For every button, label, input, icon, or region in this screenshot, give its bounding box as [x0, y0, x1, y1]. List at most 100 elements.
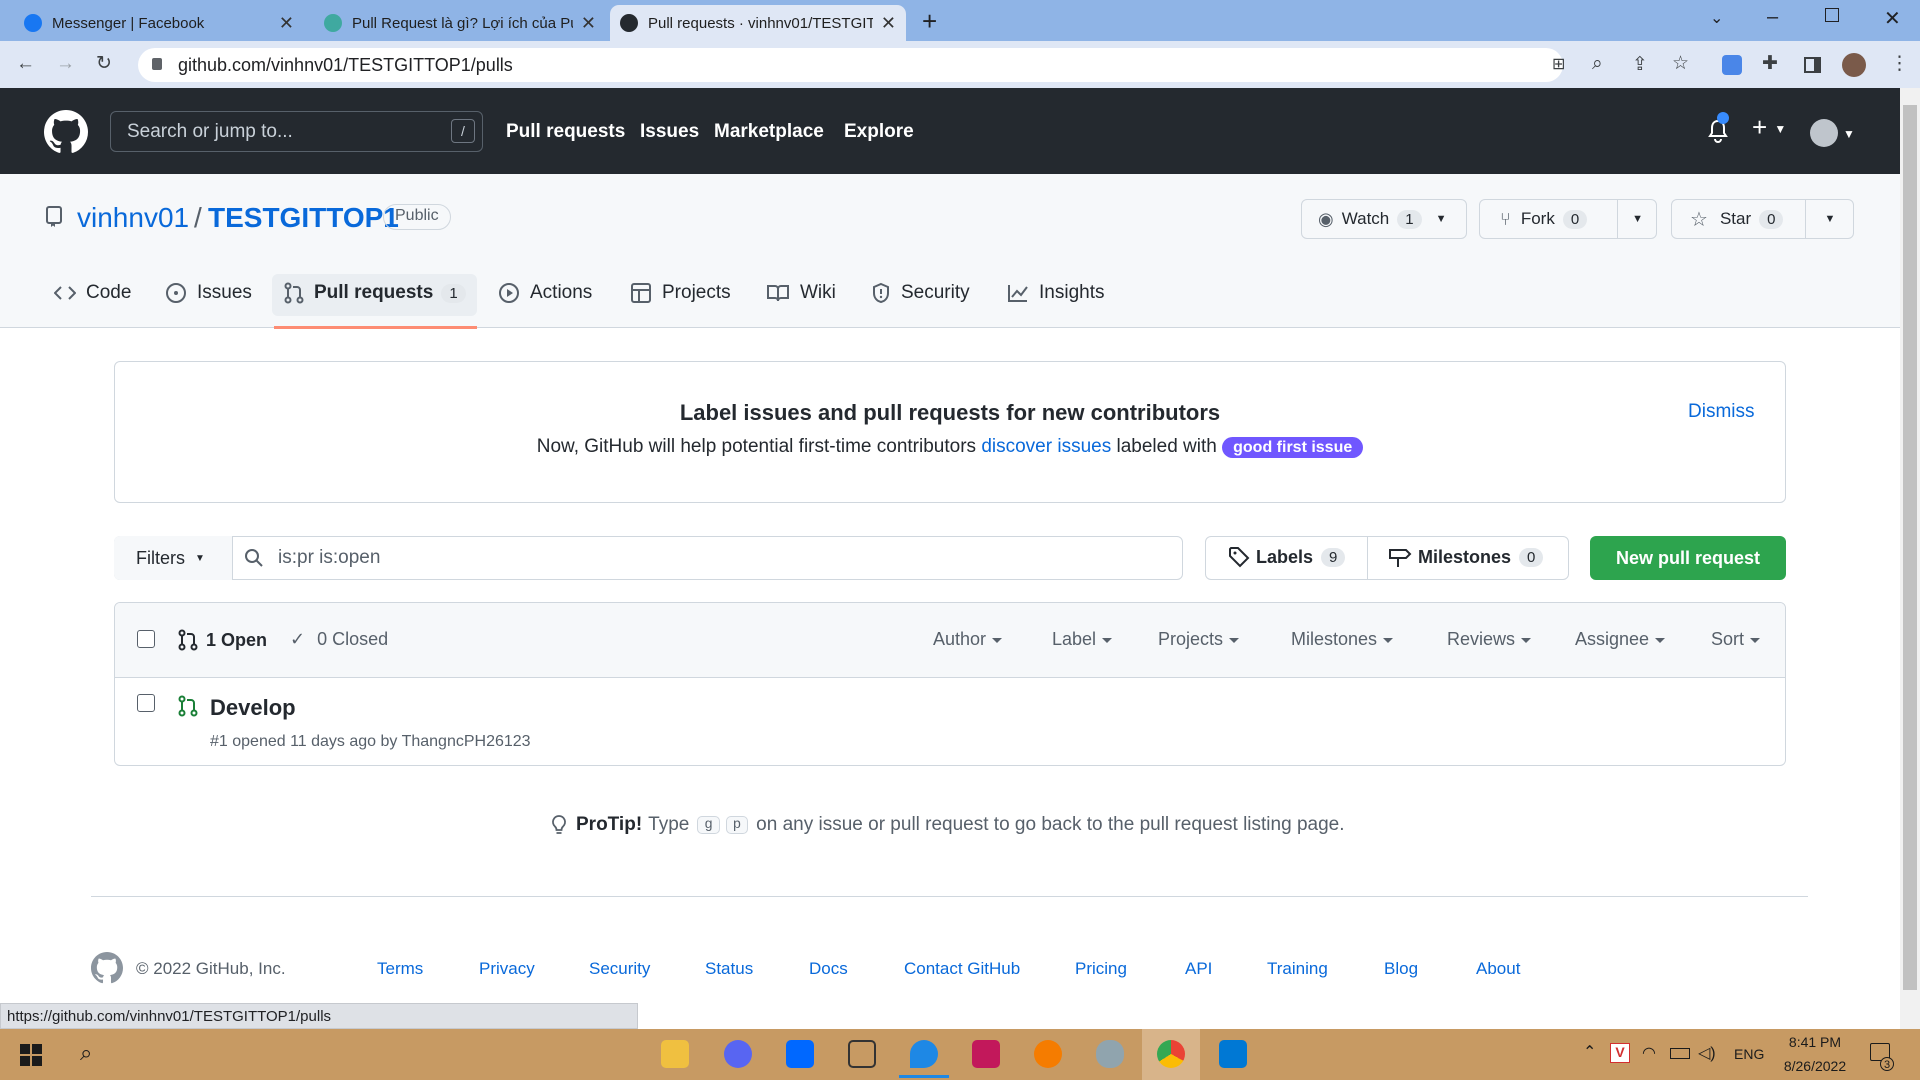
tab-actions[interactable]: Actions — [498, 282, 592, 304]
label-filter[interactable]: Label — [1052, 629, 1112, 650]
nav-issues[interactable]: Issues — [640, 121, 699, 143]
file-explorer-icon[interactable] — [661, 1040, 689, 1068]
fork-button[interactable]: ⑂ Fork 0 ▼ — [1479, 199, 1657, 239]
vscode-icon[interactable] — [1219, 1040, 1247, 1068]
zoom-icon[interactable]: ⌕ — [1592, 53, 1603, 75]
tab-code[interactable]: Code — [54, 282, 131, 304]
scrollbar-thumb[interactable] — [1903, 105, 1917, 990]
closed-filter-link[interactable]: ✓ 0 Closed — [290, 629, 388, 650]
tab-insights[interactable]: Insights — [1007, 282, 1104, 304]
lock-icon[interactable] — [152, 58, 162, 70]
user-menu-caret-icon[interactable]: ▼ — [1843, 127, 1855, 141]
github-footer-logo-icon[interactable] — [91, 952, 123, 984]
language-indicator[interactable]: ENG — [1734, 1046, 1764, 1062]
forward-icon[interactable]: → — [56, 53, 75, 75]
new-pull-request-button[interactable]: New pull request — [1590, 536, 1786, 580]
footer-link-privacy[interactable]: Privacy — [479, 959, 535, 979]
address-url[interactable]: github.com/vinhnv01/TESTGITTOP1/pulls — [178, 55, 513, 76]
author-filter[interactable]: Author — [933, 629, 1002, 650]
windows-start-icon[interactable] — [20, 1044, 42, 1066]
milestones-button[interactable]: Milestones 0 — [1388, 546, 1544, 568]
browser-tab-article[interactable]: Pull Request là gì? Lợi ích của Pul ✕ — [314, 5, 606, 41]
open-filter-link[interactable]: 1 Open — [178, 629, 267, 651]
side-panel-icon[interactable] — [1804, 57, 1821, 73]
footer-link-pricing[interactable]: Pricing — [1075, 959, 1127, 979]
assignee-filter[interactable]: Assignee — [1575, 629, 1665, 650]
chevron-down-icon[interactable]: ▼ — [1824, 213, 1835, 225]
browser-tab-github[interactable]: Pull requests · vinhnv01/TESTGIT ✕ — [610, 5, 906, 41]
reload-icon[interactable]: ↻ — [96, 52, 112, 75]
antivirus-icon[interactable]: V — [1610, 1043, 1630, 1063]
sublime-icon[interactable] — [1034, 1040, 1062, 1068]
footer-link-docs[interactable]: Docs — [809, 959, 848, 979]
tab-wiki[interactable]: Wiki — [766, 282, 836, 304]
tray-overflow-icon[interactable]: ⌃ — [1583, 1042, 1596, 1062]
repo-name-link[interactable]: TESTGITTOP1 — [208, 202, 399, 234]
github-logo-icon[interactable] — [44, 110, 88, 154]
footer-link-terms[interactable]: Terms — [377, 959, 423, 979]
tab-projects[interactable]: Projects — [630, 282, 731, 304]
close-tab-icon[interactable]: ✕ — [581, 13, 596, 34]
sort-filter[interactable]: Sort — [1711, 629, 1760, 650]
maps-pin-icon[interactable] — [910, 1040, 938, 1068]
labels-button[interactable]: Labels 9 — [1228, 546, 1346, 568]
milestones-filter[interactable]: Milestones — [1291, 629, 1393, 650]
footer-link-blog[interactable]: Blog — [1384, 959, 1418, 979]
browser-menu-icon[interactable]: ⋮ — [1890, 52, 1909, 75]
translate-icon[interactable]: ⊞ — [1552, 54, 1565, 74]
battery-icon[interactable] — [1670, 1048, 1690, 1059]
database-icon[interactable] — [1096, 1040, 1124, 1068]
reviews-filter[interactable]: Reviews — [1447, 629, 1531, 650]
jetbrains-icon[interactable] — [972, 1040, 1000, 1068]
minimize-icon[interactable]: – — [1767, 6, 1778, 29]
google-translate-extension-icon[interactable] — [1722, 55, 1742, 75]
footer-link-security[interactable]: Security — [589, 959, 650, 979]
search-icon[interactable]: ⌕ — [80, 1040, 92, 1066]
chrome-icon[interactable] — [1157, 1040, 1185, 1068]
footer-link-about[interactable]: About — [1476, 959, 1520, 979]
tab-search-icon[interactable]: ⌄ — [1710, 8, 1723, 28]
back-icon[interactable]: ← — [16, 53, 35, 75]
new-tab-icon[interactable]: + — [922, 6, 937, 37]
tab-security[interactable]: Security — [871, 282, 970, 304]
nav-pull-requests[interactable]: Pull requests — [506, 121, 625, 143]
close-window-icon[interactable]: ✕ — [1884, 6, 1901, 31]
chevron-down-icon[interactable]: ▼ — [1632, 213, 1643, 225]
repo-owner-link[interactable]: vinhnv01 — [77, 202, 189, 234]
select-all-checkbox[interactable] — [137, 630, 155, 648]
extensions-icon[interactable]: ✚ — [1762, 52, 1778, 75]
wifi-icon[interactable]: ◠ — [1642, 1043, 1656, 1063]
filters-button[interactable]: Filters ▼ — [114, 536, 233, 580]
filter-query-input[interactable]: is:pr is:open — [278, 547, 380, 569]
footer-link-contact[interactable]: Contact GitHub — [904, 959, 1020, 979]
browser-tab-messenger[interactable]: Messenger | Facebook ✕ — [14, 5, 304, 41]
footer-link-training[interactable]: Training — [1267, 959, 1328, 979]
cube-app-icon[interactable] — [848, 1040, 876, 1068]
dismiss-button[interactable]: Dismiss — [1688, 401, 1755, 423]
star-button[interactable]: ☆ Star 0 ▼ — [1671, 199, 1854, 239]
filter-search-box[interactable] — [114, 536, 1183, 580]
discover-issues-link[interactable]: discover issues — [981, 436, 1111, 457]
zalo-icon[interactable] — [786, 1040, 814, 1068]
restore-icon[interactable] — [1825, 8, 1839, 22]
clock-date[interactable]: 8/26/2022 — [1772, 1058, 1858, 1074]
clock-time[interactable]: 8:41 PM — [1780, 1034, 1850, 1050]
bookmark-star-icon[interactable]: ☆ — [1672, 52, 1689, 75]
watch-button[interactable]: ◉ Watch 1 ▼ — [1301, 199, 1467, 239]
row-checkbox[interactable] — [137, 694, 155, 712]
profile-avatar-icon[interactable] — [1842, 53, 1866, 77]
volume-icon[interactable]: ◁) — [1698, 1043, 1716, 1063]
share-icon[interactable]: ⇪ — [1632, 53, 1648, 76]
good-first-issue-label[interactable]: good first issue — [1222, 437, 1364, 458]
close-tab-icon[interactable]: ✕ — [881, 13, 896, 34]
nav-marketplace[interactable]: Marketplace — [714, 121, 824, 143]
tab-pull-requests[interactable]: Pull requests 1 — [284, 282, 466, 304]
user-avatar[interactable] — [1810, 119, 1838, 147]
discord-icon[interactable] — [724, 1040, 752, 1068]
nav-explore[interactable]: Explore — [844, 121, 914, 143]
footer-link-status[interactable]: Status — [705, 959, 753, 979]
footer-link-api[interactable]: API — [1185, 959, 1212, 979]
projects-filter[interactable]: Projects — [1158, 629, 1239, 650]
tab-issues[interactable]: Issues — [165, 282, 252, 304]
pr-title-link[interactable]: Develop — [210, 695, 296, 721]
